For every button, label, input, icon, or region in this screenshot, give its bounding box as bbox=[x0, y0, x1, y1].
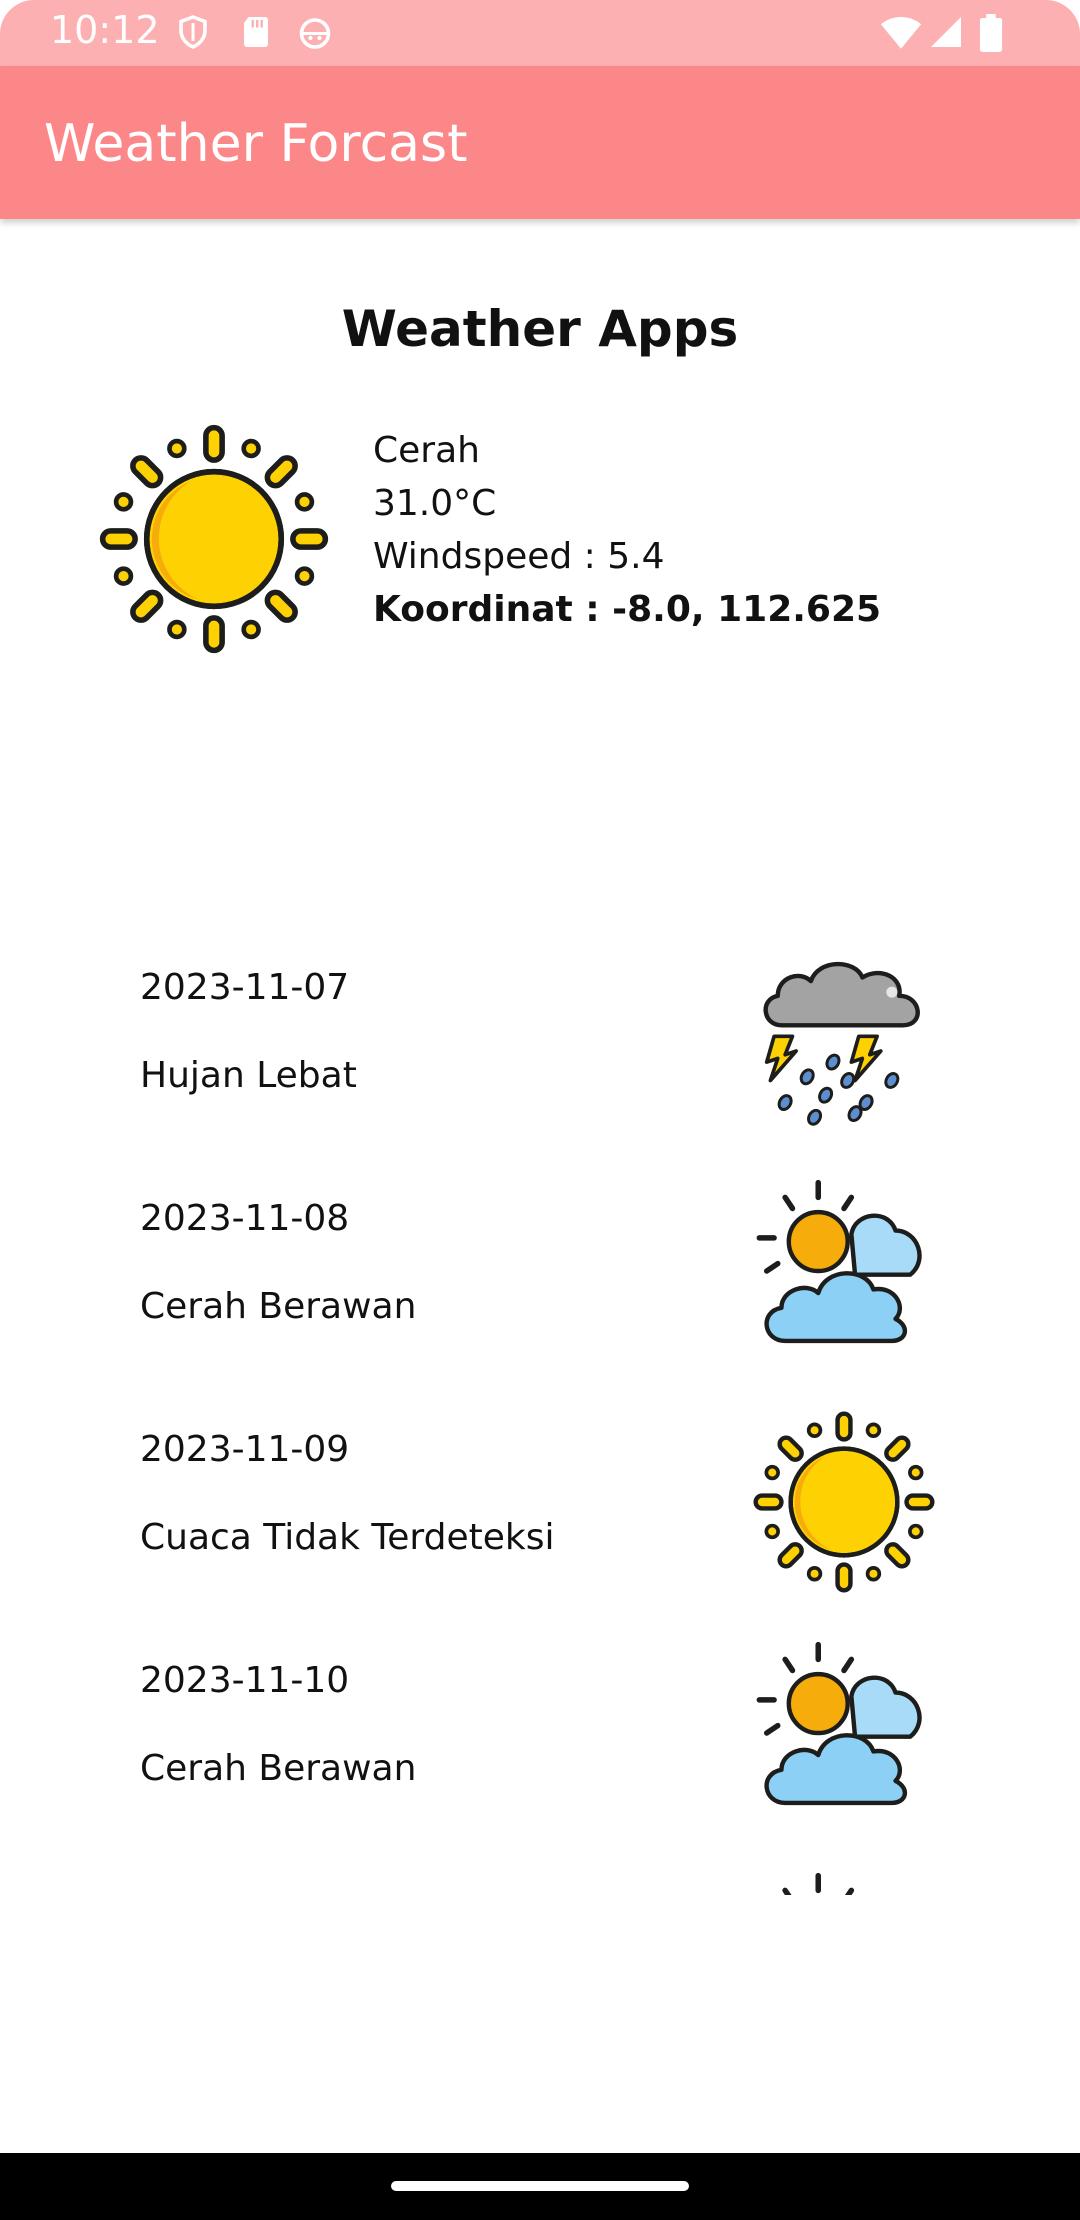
list-item[interactable] bbox=[0, 1824, 1080, 1895]
forecast-date: 2023-11-08 bbox=[140, 1198, 350, 1239]
app-title: Weather Forcast bbox=[44, 114, 468, 174]
signal-icon bbox=[931, 17, 961, 47]
status-time: 10:12 bbox=[50, 8, 160, 52]
status-bar: 10:12 bbox=[0, 0, 1080, 66]
list-item[interactable]: 2023-11-10 Cerah Berawan bbox=[0, 1593, 1080, 1824]
thunderstorm-icon bbox=[763, 961, 920, 1126]
battery-icon bbox=[979, 14, 1003, 52]
forecast-list[interactable]: 2023-11-07 Hujan Lebat 2023-11-08 Cerah … bbox=[0, 900, 1080, 1895]
forecast-date: 2023-11-09 bbox=[140, 1429, 350, 1470]
current-coordinates: Koordinat : -8.0, 112.625 bbox=[373, 589, 882, 630]
list-item[interactable]: 2023-11-07 Hujan Lebat bbox=[0, 900, 1080, 1131]
wifi-icon bbox=[880, 17, 922, 49]
forecast-description: Cuaca Tidak Terdeteksi bbox=[140, 1517, 555, 1558]
list-item[interactable]: 2023-11-08 Cerah Berawan bbox=[0, 1131, 1080, 1362]
current-windspeed: Windspeed : 5.4 bbox=[373, 536, 665, 577]
android-face-icon bbox=[299, 18, 331, 49]
shield-icon bbox=[179, 15, 207, 49]
forecast-date: 2023-11-10 bbox=[140, 1660, 350, 1701]
navigation-bar bbox=[0, 2153, 1080, 2220]
sun-icon bbox=[99, 424, 329, 654]
forecast-description: Hujan Lebat bbox=[140, 1055, 357, 1096]
sun-icon bbox=[753, 1411, 935, 1593]
app-bar: Weather Forcast bbox=[0, 66, 1080, 219]
sd-card-icon bbox=[244, 17, 268, 47]
current-condition: Cerah bbox=[373, 430, 480, 471]
forecast-date: 2023-11-07 bbox=[140, 967, 350, 1008]
list-item[interactable]: 2023-11-09 Cuaca Tidak Terdeteksi bbox=[0, 1362, 1080, 1593]
partly-cloudy-icon bbox=[782, 1872, 855, 1895]
current-temperature: 31.0°C bbox=[373, 483, 497, 524]
home-gesture-handle[interactable] bbox=[391, 2181, 689, 2191]
page-title: Weather Apps bbox=[341, 300, 739, 358]
forecast-description: Cerah Berawan bbox=[140, 1286, 417, 1327]
partly-cloudy-icon bbox=[756, 1641, 922, 1806]
forecast-description: Cerah Berawan bbox=[140, 1748, 417, 1789]
partly-cloudy-icon bbox=[756, 1179, 922, 1344]
